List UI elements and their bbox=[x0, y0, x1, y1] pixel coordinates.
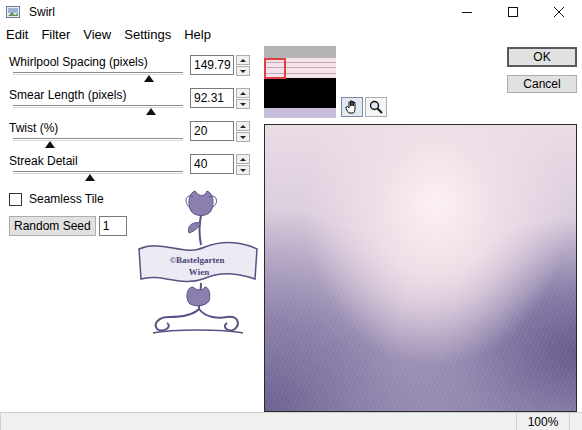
slider-row: Twist (%)20 bbox=[9, 121, 262, 154]
preview-panel: OK Cancel bbox=[262, 44, 582, 412]
slider[interactable] bbox=[13, 72, 183, 84]
slider-thumb[interactable] bbox=[144, 75, 154, 82]
slider[interactable] bbox=[13, 138, 183, 150]
seed-field[interactable]: 1 bbox=[99, 216, 127, 236]
slider-thumb[interactable] bbox=[45, 141, 55, 148]
hand-tool-button[interactable] bbox=[341, 97, 363, 117]
checkbox-label: Seamless Tile bbox=[29, 192, 104, 206]
spinner bbox=[236, 121, 250, 142]
slider-row: Smear Length (pixels)92.31 bbox=[9, 88, 262, 121]
slider[interactable] bbox=[13, 171, 183, 183]
menu-item[interactable]: Help bbox=[184, 27, 211, 42]
menu-item[interactable]: View bbox=[83, 27, 111, 42]
slider-label: Smear Length (pixels) bbox=[9, 88, 187, 102]
value-field[interactable]: 40 bbox=[190, 154, 234, 174]
menu-item[interactable]: Settings bbox=[124, 27, 171, 42]
navigator-thumbnail[interactable] bbox=[264, 46, 336, 118]
view-rectangle[interactable] bbox=[264, 58, 286, 79]
spinner bbox=[236, 88, 250, 109]
spinner bbox=[236, 55, 250, 76]
spin-down-button[interactable] bbox=[236, 165, 250, 175]
maximize-icon bbox=[507, 6, 519, 18]
slider-row: Streak Detail40 bbox=[9, 154, 262, 187]
random-seed-row: Random Seed1 bbox=[9, 216, 135, 236]
hand-icon bbox=[344, 99, 360, 115]
slider[interactable] bbox=[13, 105, 183, 117]
random-seed-button[interactable]: Random Seed bbox=[9, 216, 96, 236]
zoom-tool-button[interactable] bbox=[365, 97, 387, 117]
preview-image[interactable] bbox=[264, 124, 577, 412]
spin-down-button[interactable] bbox=[236, 132, 250, 142]
magnifier-icon bbox=[368, 99, 384, 115]
slider-row: Whirlpool Spacing (pixels)149.79 bbox=[9, 55, 262, 88]
close-icon bbox=[553, 6, 565, 18]
value-field[interactable]: 20 bbox=[190, 121, 234, 141]
slider-label: Streak Detail bbox=[9, 154, 187, 168]
swirl-window: SwirlEdit Filter View Settings Help Whirlpool… bbox=[0, 0, 582, 430]
spin-down-button[interactable] bbox=[236, 99, 250, 109]
settings-panel: Whirlpool Spacing (pixels)149.79Smear Le… bbox=[0, 44, 262, 412]
menu-bar: Edit Filter View Settings Help bbox=[0, 24, 582, 44]
menu-item[interactable]: Filter bbox=[41, 27, 70, 42]
logo-text: ©Bastelgarten bbox=[169, 255, 224, 265]
spin-up-button[interactable] bbox=[236, 121, 250, 131]
spin-up-button[interactable] bbox=[236, 88, 250, 98]
zoom-level: 100% bbox=[516, 413, 569, 430]
slider-thumb[interactable] bbox=[146, 108, 156, 115]
minimize-button[interactable] bbox=[444, 0, 490, 24]
app-icon bbox=[5, 4, 21, 20]
dialog-button[interactable]: OK bbox=[507, 47, 577, 67]
main-area: Whirlpool Spacing (pixels)149.79Smear Le… bbox=[0, 44, 582, 412]
dialog-button[interactable]: Cancel bbox=[507, 75, 577, 93]
checkbox-box[interactable] bbox=[9, 193, 22, 206]
spinner bbox=[236, 154, 250, 175]
status-bar: 100% bbox=[0, 412, 582, 430]
slider-thumb[interactable] bbox=[85, 174, 95, 181]
slider-label: Whirlpool Spacing (pixels) bbox=[9, 55, 187, 69]
window-title: Swirl bbox=[29, 5, 55, 19]
spin-down-button[interactable] bbox=[236, 66, 250, 76]
title-bar: Swirl bbox=[0, 0, 582, 24]
close-button[interactable] bbox=[536, 0, 582, 24]
minimize-icon bbox=[461, 6, 473, 18]
value-field[interactable]: 149.79 bbox=[190, 55, 234, 75]
seamless-tile-checkbox[interactable]: Seamless Tile bbox=[9, 191, 135, 207]
bastelgarten-logo: ©Bastelgarten Wien bbox=[133, 187, 263, 337]
maximize-button[interactable] bbox=[490, 0, 536, 24]
menu-item[interactable]: Edit bbox=[6, 27, 28, 42]
spin-up-button[interactable] bbox=[236, 55, 250, 65]
spin-up-button[interactable] bbox=[236, 154, 250, 164]
slider-label: Twist (%) bbox=[9, 121, 187, 135]
value-field[interactable]: 92.31 bbox=[190, 88, 234, 108]
logo-text: Wien bbox=[189, 267, 209, 277]
